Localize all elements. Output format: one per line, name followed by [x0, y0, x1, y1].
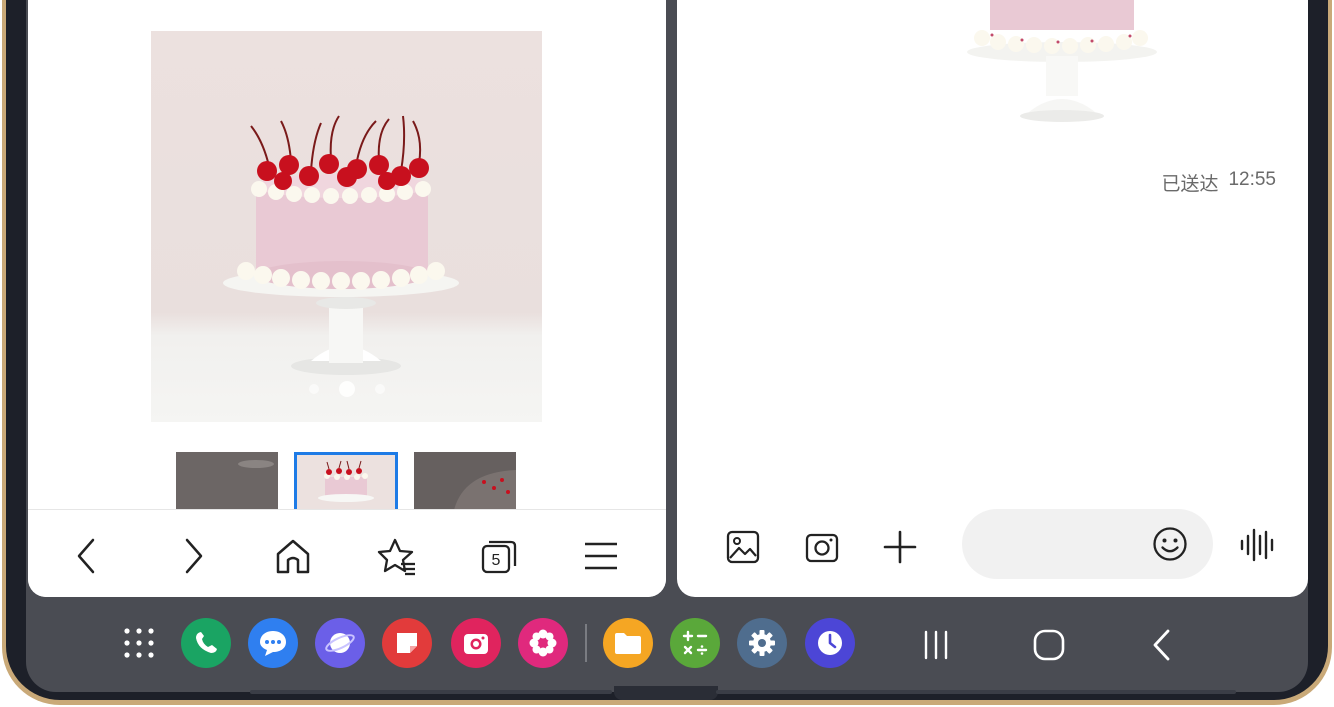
back-icon — [1153, 629, 1170, 661]
taskbar — [0, 614, 1334, 672]
back-button[interactable] — [1145, 628, 1179, 662]
files-app[interactable] — [603, 618, 653, 668]
internet-app[interactable] — [315, 618, 365, 668]
chat-pane: 已送达 12:55 — [677, 0, 1308, 597]
messages-icon — [260, 631, 286, 656]
voice-input-button[interactable] — [1239, 526, 1277, 564]
messages-app[interactable] — [248, 618, 298, 668]
emoji-button[interactable] — [1152, 526, 1188, 562]
menu-button[interactable] — [581, 536, 621, 576]
delivery-status: 已送达 12:55 — [1161, 169, 1276, 196]
carousel-dot[interactable] — [308, 384, 319, 394]
clock-app[interactable] — [805, 618, 855, 668]
notes-app[interactable] — [382, 618, 432, 668]
product-image[interactable] — [151, 31, 542, 422]
app-drawer-icon — [124, 628, 154, 658]
phone-icon — [196, 632, 217, 653]
home-button[interactable] — [273, 536, 313, 576]
home-icon — [1033, 629, 1065, 661]
carousel-dot[interactable] — [374, 384, 385, 394]
bookmark-icon — [377, 538, 415, 576]
camera-button[interactable] — [800, 525, 844, 569]
home-button[interactable] — [1032, 628, 1066, 662]
speaker-grille — [716, 690, 1236, 694]
bookmarks-button[interactable] — [377, 536, 417, 576]
carousel-dot-active[interactable] — [338, 381, 355, 397]
bixby-app[interactable] — [518, 618, 568, 668]
camera-app[interactable] — [451, 618, 501, 668]
attach-button[interactable] — [878, 525, 922, 569]
home-icon — [276, 539, 310, 574]
thumbnail-image — [297, 455, 395, 509]
delivery-status-text: 已送达 — [1161, 174, 1219, 195]
tabs-icon: 5 — [481, 540, 517, 574]
delivery-time: 12:55 — [1228, 169, 1276, 190]
notes-icon — [397, 633, 417, 653]
clock-icon — [818, 631, 842, 655]
voice-icon — [1240, 528, 1274, 562]
thumbnail-image — [176, 452, 278, 510]
bixby-icon — [529, 629, 557, 657]
phone-app[interactable] — [181, 618, 231, 668]
dock-divider — [585, 624, 587, 662]
thumbnail-strip — [176, 452, 516, 512]
camera-icon — [464, 634, 488, 654]
tabs-button[interactable]: 5 — [479, 536, 519, 576]
plus-icon — [883, 530, 917, 564]
settings-app[interactable] — [737, 618, 787, 668]
thumbnail[interactable] — [176, 452, 278, 510]
camera-icon — [805, 533, 839, 563]
thumbnail[interactable] — [414, 452, 516, 510]
calculator-app[interactable] — [670, 618, 720, 668]
back-button[interactable] — [66, 536, 106, 576]
browser-pane: 5 — [28, 0, 666, 597]
gallery-icon — [726, 530, 760, 564]
forward-icon — [185, 538, 203, 574]
recents-icon — [924, 630, 948, 660]
sent-image[interactable] — [962, 0, 1162, 125]
thumbnail-image — [414, 452, 516, 510]
cake-illustration — [223, 115, 459, 375]
back-icon — [77, 538, 95, 574]
menu-icon — [585, 542, 617, 570]
emoji-icon — [1153, 527, 1187, 561]
calculator-icon — [682, 630, 708, 655]
files-icon — [615, 633, 641, 654]
settings-icon — [749, 630, 775, 656]
browser-toolbar: 5 — [28, 509, 666, 597]
recents-button[interactable] — [919, 628, 953, 662]
hinge — [614, 686, 718, 700]
tab-count: 5 — [492, 552, 501, 569]
forward-button[interactable] — [174, 536, 214, 576]
thumbnail-selected[interactable] — [294, 452, 398, 512]
carousel-indicator[interactable] — [151, 381, 542, 397]
gallery-button[interactable] — [721, 525, 765, 569]
internet-icon — [325, 633, 355, 653]
speaker-grille — [250, 690, 612, 694]
app-drawer-button[interactable] — [114, 618, 164, 668]
